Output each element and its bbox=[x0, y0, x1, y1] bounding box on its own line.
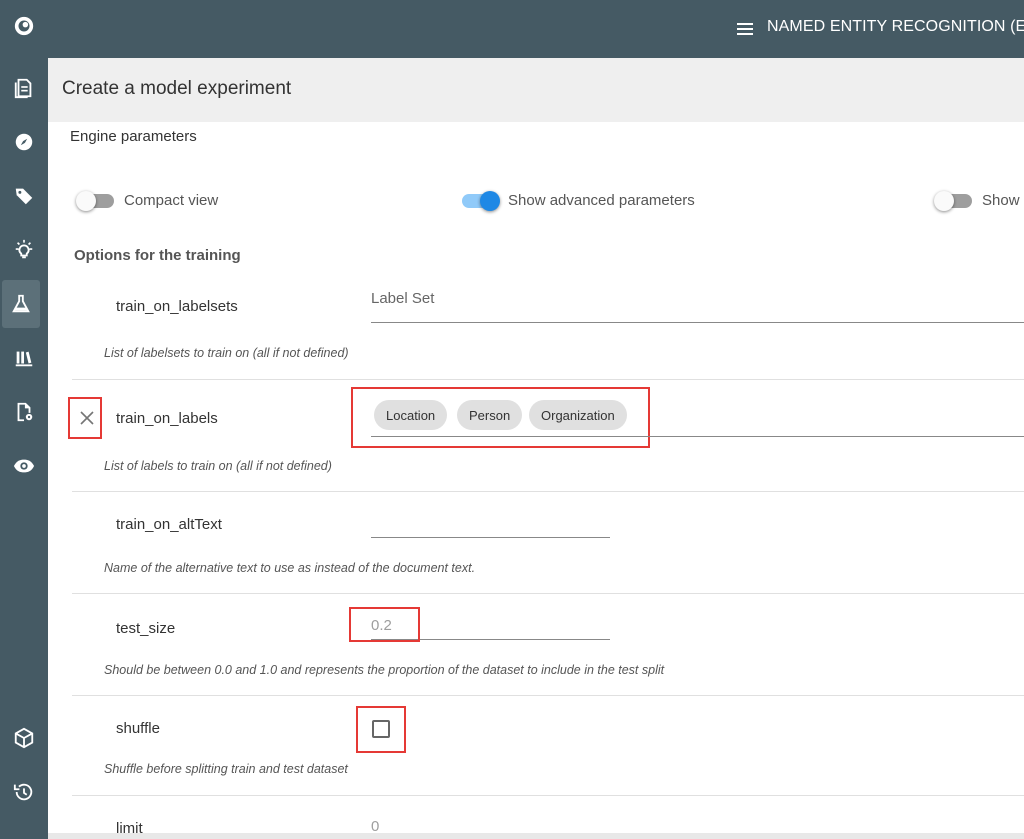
toggle-track[interactable] bbox=[934, 190, 972, 211]
left-sidebar bbox=[0, 0, 48, 839]
lightbulb-icon[interactable] bbox=[0, 226, 48, 274]
hamburger-menu-icon[interactable] bbox=[734, 19, 756, 39]
toggle-knob[interactable] bbox=[480, 190, 500, 211]
close-icon[interactable] bbox=[78, 408, 96, 428]
labelset-select-label: Label Set bbox=[371, 290, 435, 307]
param-name: shuffle bbox=[116, 720, 160, 737]
shuffle-checkbox[interactable] bbox=[372, 720, 390, 738]
flask-icon[interactable] bbox=[2, 280, 40, 328]
toggle-label: Show advanced parameters bbox=[508, 192, 695, 209]
history-icon[interactable] bbox=[0, 768, 48, 816]
logo-eye-icon[interactable] bbox=[0, 2, 48, 50]
param-row-train-on-alttext: train_on_altText Name of the alternative… bbox=[72, 492, 1024, 594]
chip-location[interactable]: Location bbox=[374, 400, 448, 430]
engine-parameters-panel: Engine parameters Compact view Show adva… bbox=[48, 122, 1024, 839]
eye-settings-icon[interactable] bbox=[0, 442, 48, 490]
top-app-bar: NAMED ENTITY RECOGNITION (ENGL bbox=[48, 0, 1024, 58]
section-title: Engine parameters bbox=[70, 128, 197, 145]
param-name: train_on_labelsets bbox=[116, 298, 238, 315]
toggle-label: Show bbox=[982, 192, 1020, 209]
param-description: List of labels to train on (all if not d… bbox=[104, 459, 332, 473]
param-description: Should be between 0.0 and 1.0 and repres… bbox=[104, 663, 665, 677]
page-title: Create a model experiment bbox=[62, 78, 292, 99]
param-name: train_on_altText bbox=[116, 516, 222, 533]
param-name: test_size bbox=[116, 620, 176, 637]
compass-icon[interactable] bbox=[0, 118, 48, 166]
library-icon[interactable] bbox=[0, 334, 48, 382]
param-description: Name of the alternative text to use as i… bbox=[104, 561, 476, 575]
param-row-test-size: test_size 0.2 Should be between 0.0 and … bbox=[72, 594, 1024, 696]
show-toggle[interactable]: Show bbox=[934, 190, 1020, 211]
toggle-knob[interactable] bbox=[934, 190, 954, 211]
cube-icon[interactable] bbox=[0, 714, 48, 762]
alttext-input[interactable] bbox=[371, 516, 610, 538]
param-description: List of labelsets to train on (all if no… bbox=[104, 346, 349, 360]
show-advanced-parameters-toggle[interactable]: Show advanced parameters bbox=[462, 190, 695, 211]
toggle-knob[interactable] bbox=[76, 190, 96, 211]
highlight-box bbox=[349, 607, 420, 642]
param-row-train-on-labelsets: train_on_labelsets Label Set List of lab… bbox=[72, 274, 1024, 380]
param-row-shuffle: shuffle Shuffle before splitting train a… bbox=[72, 696, 1024, 796]
chip-person[interactable]: Person bbox=[457, 400, 523, 430]
toggle-label: Compact view bbox=[124, 192, 219, 209]
labelset-select[interactable] bbox=[371, 312, 1024, 323]
page-header: Create a model experiment bbox=[48, 58, 1024, 122]
horizontal-scrollbar[interactable] bbox=[48, 833, 1024, 839]
document-icon[interactable] bbox=[0, 64, 48, 112]
project-title: NAMED ENTITY RECOGNITION (ENGL bbox=[767, 18, 1024, 35]
param-name: train_on_labels bbox=[116, 410, 218, 427]
param-row-train-on-labels: train_on_labels Location Person Organiza… bbox=[68, 380, 1024, 492]
chip-organization[interactable]: Organization bbox=[529, 400, 627, 430]
toggle-track[interactable] bbox=[462, 190, 500, 211]
tag-icon[interactable] bbox=[0, 172, 48, 220]
options-title: Options for the training bbox=[74, 247, 241, 264]
param-description: Shuffle before splitting train and test … bbox=[104, 762, 348, 776]
toggle-track[interactable] bbox=[76, 190, 114, 211]
document-settings-icon[interactable] bbox=[0, 388, 48, 436]
compact-view-toggle[interactable]: Compact view bbox=[76, 190, 219, 211]
